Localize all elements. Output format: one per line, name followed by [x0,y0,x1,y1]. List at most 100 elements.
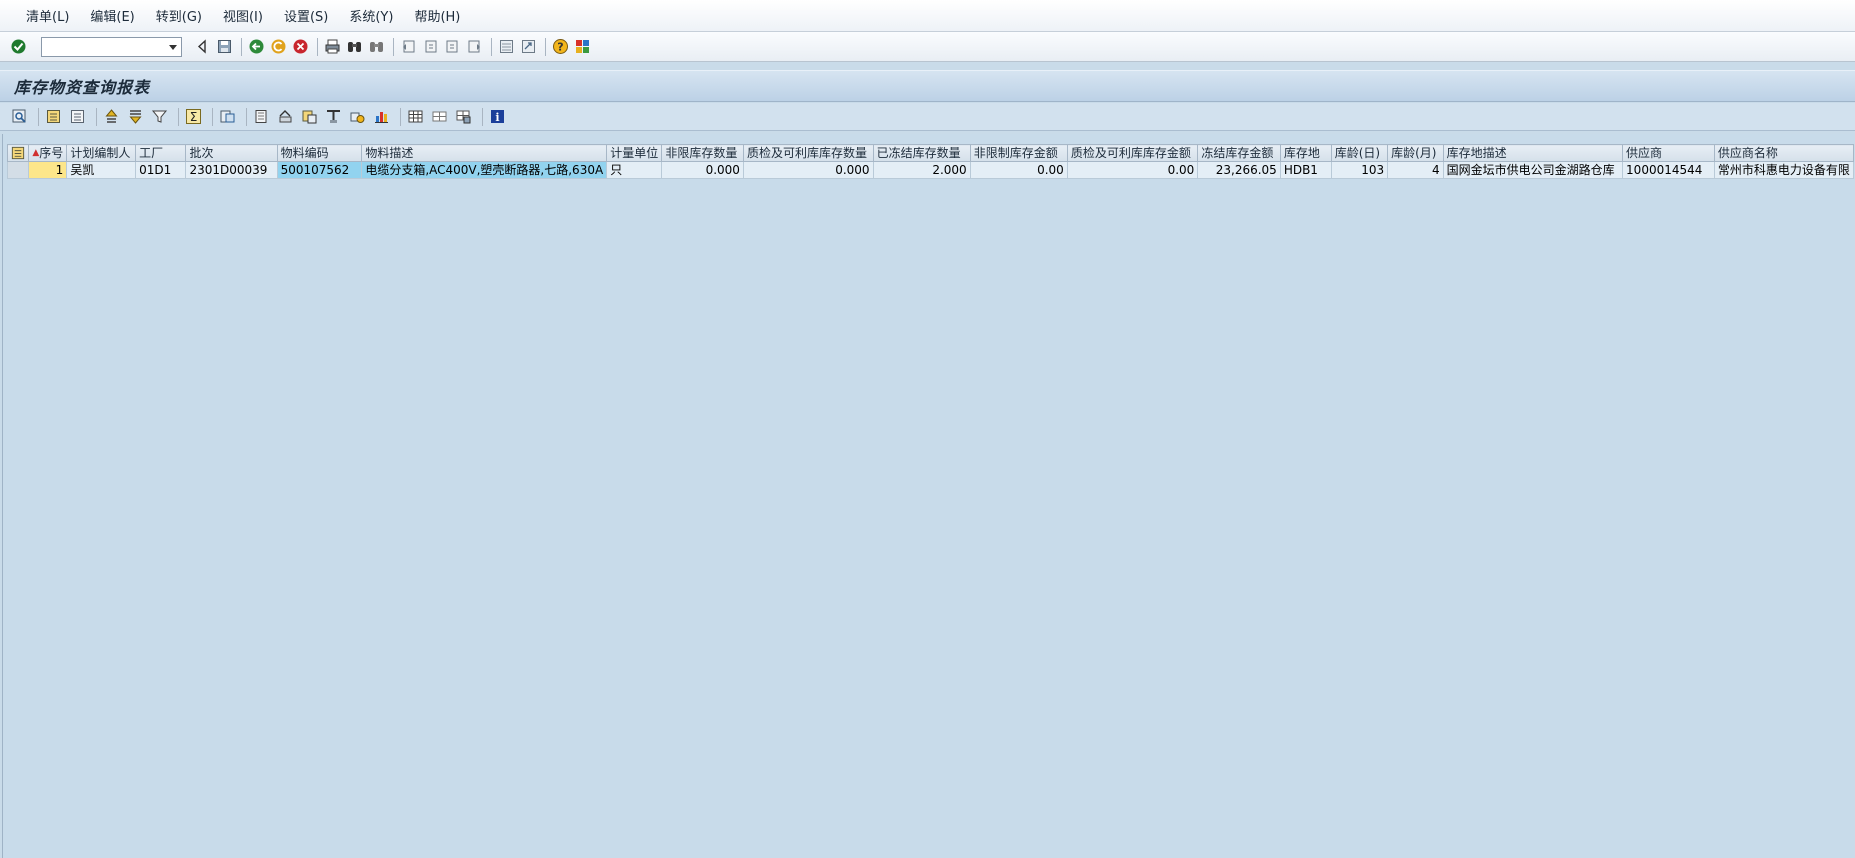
subtotal-icon[interactable] [219,108,236,125]
next-page-icon[interactable] [444,38,461,55]
command-input[interactable] [42,37,166,56]
cell-material-desc[interactable]: 电缆分支箱,AC400V,塑壳断路器,七路,630A [361,161,608,179]
column-header-age-days[interactable]: 库龄(日) [1330,144,1389,162]
last-page-icon[interactable] [466,38,483,55]
row-selector[interactable] [6,161,30,179]
cell-vendor-name[interactable]: 常州市科惠电力设备有限 [1713,161,1855,179]
cell-material-code[interactable]: 500107562 [276,161,363,179]
print-preview-icon[interactable] [253,108,270,125]
column-header-planner[interactable]: 计划编制人 [66,144,137,162]
toolbar-separator [38,107,39,126]
sort-descending-icon[interactable] [127,108,144,125]
filter-icon[interactable] [151,108,168,125]
column-header-qi-qty[interactable]: 质检及可利库库存数量 [742,144,874,162]
cell-qi-qty[interactable]: 0.000 [742,161,874,179]
column-header-storage-location-desc[interactable]: 库存地描述 [1442,144,1624,162]
exit-icon[interactable] [270,38,287,55]
menu-system[interactable]: 系统(Y) [349,6,393,25]
column-header-unit[interactable]: 计量单位 [606,144,663,162]
column-header-unrestricted-value[interactable]: 非限制库存金额 [969,144,1068,162]
find-icon[interactable] [346,38,363,55]
toolbar-separator [491,37,492,56]
cell-unrestricted-qty[interactable]: 0.000 [661,161,744,179]
chevron-down-icon[interactable] [169,44,177,50]
word-processing-icon[interactable] [301,108,318,125]
column-header-qi-value[interactable]: 质检及可利库库存金额 [1066,144,1199,162]
cell-storage-location[interactable]: HDB1 [1279,161,1332,179]
table-header-row: ▲序号 计划编制人 工厂 批次 物料编码 物料描述 计量单位 非限库存数量 质检… [6,144,1855,162]
svg-text:?: ? [557,41,563,54]
cell-unrestricted-value[interactable]: 0.00 [969,161,1068,179]
column-header-blocked-qty[interactable]: 已冻结库存数量 [872,144,971,162]
menu-bar: 清单(L) 编辑(E) 转到(G) 视图(I) 设置(S) 系统(Y) 帮助(H… [0,0,1855,32]
cell-plant[interactable]: 01D1 [135,161,187,179]
toolbar-separator [400,107,401,126]
back-arrow-icon[interactable] [248,38,265,55]
detail-view-icon[interactable] [11,108,28,125]
mail-recipient-icon[interactable] [349,108,366,125]
cell-age-days[interactable]: 103 [1330,161,1389,179]
toolbar-separator [212,107,213,126]
menu-settings[interactable]: 设置(S) [284,6,328,25]
column-header-material-desc[interactable]: 物料描述 [361,144,608,162]
back-triangle-icon[interactable] [194,38,211,55]
toolbar-separator [178,107,179,126]
column-header-age-months[interactable]: 库龄(月) [1387,144,1444,162]
menu-help[interactable]: 帮助(H) [414,6,460,25]
column-header-storage-location[interactable]: 库存地 [1279,144,1332,162]
system-toolbar: ? [0,32,1855,62]
cell-unit[interactable]: 只 [606,161,663,179]
cancel-icon[interactable] [292,38,309,55]
table-row[interactable]: 1 吴凯 01D1 2301D00039 500107562 电缆分支箱,AC4… [6,161,1855,179]
stock-report-grid: ▲序号 计划编制人 工厂 批次 物料编码 物料描述 计量单位 非限库存数量 质检… [6,144,1855,179]
cell-blocked-value[interactable]: 23,266.05 [1197,161,1281,179]
toolbar-separator [246,107,247,126]
select-all-rows-button[interactable] [6,144,30,162]
menu-edit[interactable]: 编辑(E) [90,6,134,25]
save-layout-icon[interactable] [455,108,472,125]
find-next-icon[interactable] [368,38,385,55]
sum-icon[interactable]: Σ [185,108,202,125]
menu-list[interactable]: 清单(L) [26,6,69,25]
change-layout-icon[interactable] [407,108,424,125]
previous-page-icon[interactable] [422,38,439,55]
deselect-all-icon[interactable] [69,108,86,125]
shortcut-icon[interactable] [520,38,537,55]
column-header-unrestricted-qty[interactable]: 非限库存数量 [661,144,744,162]
information-icon[interactable]: i [489,108,506,125]
help-icon[interactable]: ? [552,38,569,55]
column-header-material-code[interactable]: 物料编码 [276,144,363,162]
cell-qi-value[interactable]: 0.00 [1066,161,1199,179]
cell-storage-location-desc[interactable]: 国网金坛市供电公司金湖路仓库 [1442,161,1624,179]
cell-batch[interactable]: 2301D00039 [185,161,278,179]
select-layout-icon[interactable] [431,108,448,125]
column-header-vendor[interactable]: 供应商 [1622,144,1715,162]
sort-ascending-icon[interactable] [103,108,120,125]
cell-age-months[interactable]: 4 [1387,161,1444,179]
microsoft-excel-icon[interactable] [277,108,294,125]
column-header-seq[interactable]: ▲序号 [28,144,68,162]
svg-text:Σ: Σ [190,110,198,124]
select-all-icon[interactable] [45,108,62,125]
title-bar: 库存物资查询报表 [0,70,1855,102]
command-field[interactable] [41,36,182,57]
cell-seq[interactable]: 1 [28,161,68,179]
menu-view[interactable]: 视图(I) [223,6,263,25]
column-header-blocked-value[interactable]: 冻结库存金额 [1197,144,1281,162]
toolbar-separator [317,37,318,56]
enter-check-icon[interactable] [10,38,27,55]
cell-planner[interactable]: 吴凯 [66,161,137,179]
menu-goto[interactable]: 转到(G) [156,6,202,25]
column-header-vendor-name[interactable]: 供应商名称 [1713,144,1855,162]
print-icon[interactable] [324,38,341,55]
column-header-batch[interactable]: 批次 [185,144,278,162]
cell-vendor[interactable]: 1000014544 [1622,161,1715,179]
cell-blocked-qty[interactable]: 2.000 [872,161,971,179]
local-file-icon[interactable] [325,108,342,125]
new-session-icon[interactable] [498,38,515,55]
column-header-plant[interactable]: 工厂 [135,144,187,162]
first-page-icon[interactable] [400,38,417,55]
save-icon[interactable] [216,38,233,55]
graphic-icon[interactable] [373,108,390,125]
layout-menu-icon[interactable] [574,38,591,55]
